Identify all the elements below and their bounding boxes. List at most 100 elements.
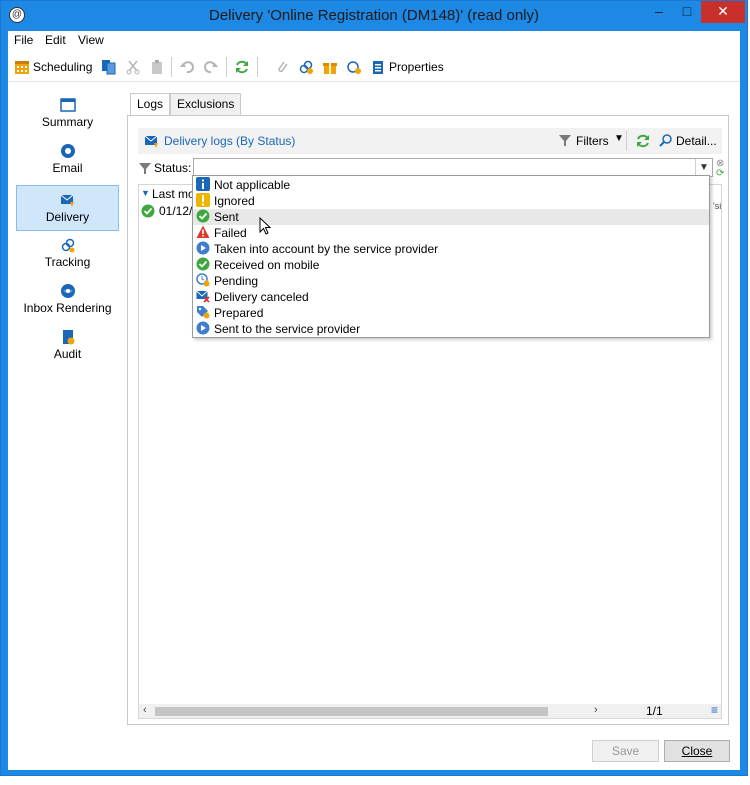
dropdown-option-pending[interactable]: Pending	[193, 273, 709, 289]
info-icon	[196, 177, 210, 191]
clipboard-icon	[149, 59, 165, 75]
attachment-button[interactable]	[274, 58, 290, 76]
filters-button[interactable]: Filters	[576, 134, 609, 148]
sidebar-item-email[interactable]: Email	[16, 137, 119, 183]
tab-logs[interactable]: Logs	[130, 93, 171, 116]
close-button[interactable]: Close	[664, 740, 730, 762]
sidebar-item-label: Tracking	[44, 255, 91, 269]
sidebar-item-tracking[interactable]: Tracking	[16, 231, 119, 277]
calendar-icon	[14, 59, 30, 75]
filter-icon	[558, 133, 574, 149]
sidebar-item-label: Inbox Rendering	[23, 301, 112, 315]
pending-clock-icon	[196, 273, 210, 287]
delivery-logs-icon	[144, 133, 160, 149]
mouse-cursor-icon	[259, 216, 273, 240]
properties-button[interactable]: Properties	[370, 58, 444, 76]
header-separator	[626, 131, 627, 151]
play-blue-icon	[196, 321, 210, 335]
play-blue-icon	[196, 241, 210, 255]
sidebar-item-delivery[interactable]: Delivery	[16, 185, 119, 231]
scroll-right-icon[interactable]: ›	[594, 704, 598, 716]
menu-edit[interactable]: Edit	[45, 33, 66, 47]
sidebar-item-summary[interactable]: Summary	[16, 91, 119, 137]
tracking-icon	[60, 237, 76, 253]
link-button[interactable]	[298, 58, 314, 76]
warning-yellow-icon	[196, 193, 210, 207]
sidebar-item-audit[interactable]: Audit	[16, 323, 119, 369]
window-title: Delivery 'Online Registration (DM148)' (…	[208, 7, 539, 24]
test-button[interactable]	[346, 58, 362, 76]
summary-icon	[59, 97, 76, 113]
dropdown-option-taken-into-account[interactable]: Taken into account by the service provid…	[193, 241, 709, 257]
dropdown-option-not-applicable[interactable]: Not applicable	[193, 177, 709, 193]
paperclip-icon	[274, 59, 290, 75]
undo-button[interactable]	[179, 58, 195, 76]
undo-icon	[179, 59, 195, 75]
scroll-thumb[interactable]	[155, 707, 548, 716]
inbox-rendering-icon	[60, 283, 76, 299]
detail-button[interactable]: Detail...	[676, 134, 717, 148]
chevron-down-icon[interactable]: ▼	[614, 133, 624, 144]
sidebar-item-label: Email	[52, 161, 83, 175]
menu-file[interactable]: File	[14, 33, 33, 47]
sidebar-item-label: Summary	[41, 115, 94, 129]
refresh-icon	[234, 59, 250, 75]
scheduling-button[interactable]: Scheduling	[14, 58, 92, 76]
sidebar-item-label: Delivery	[45, 210, 90, 224]
check-green-icon	[196, 209, 210, 223]
close-window-button[interactable]: ✕	[701, 1, 745, 23]
properties-icon	[370, 59, 386, 75]
minimize-button[interactable]: –	[645, 1, 673, 23]
refresh-small-icon[interactable]: ⟳	[716, 168, 724, 179]
toolbar-separator	[171, 57, 172, 77]
prepared-tag-icon	[196, 305, 210, 319]
horizontal-scrollbar[interactable]: ‹ › 1/1 ≡	[139, 703, 721, 718]
logs-header: Delivery logs (By Status) Filters ▼ Deta…	[138, 128, 722, 154]
target-icon	[346, 59, 362, 75]
refresh-icon[interactable]	[635, 133, 651, 149]
title-bar[interactable]: @ Delivery 'Online Registration (DM148)'…	[1, 1, 747, 31]
scheduling-label: Scheduling	[33, 60, 93, 74]
toolbar-separator	[257, 57, 258, 77]
check-green-icon	[196, 257, 210, 271]
client-area: File Edit View Scheduling Properties Sum…	[8, 31, 740, 770]
dropdown-option-delivery-canceled[interactable]: Delivery canceled	[193, 289, 709, 305]
dropdown-option-sent-to-service-provider[interactable]: Sent to the service provider	[193, 321, 709, 337]
column-clip: 'si	[713, 201, 722, 211]
list-menu-icon[interactable]: ≡	[711, 703, 718, 717]
pager: 1/1	[646, 704, 663, 718]
redo-button[interactable]	[203, 58, 219, 76]
menu-view[interactable]: View	[78, 33, 104, 47]
column-header-last-modified[interactable]: Last mo	[152, 187, 195, 201]
copy-button[interactable]	[101, 58, 117, 76]
status-label: Status:	[154, 161, 192, 175]
dropdown-option-ignored[interactable]: Ignored	[193, 193, 709, 209]
chevron-down-icon[interactable]: ▼	[695, 159, 712, 176]
sidebar-item-inbox-rendering[interactable]: Inbox Rendering	[16, 277, 119, 323]
toolbar-separator	[226, 57, 227, 77]
copy-icon	[101, 59, 117, 75]
properties-label: Properties	[389, 60, 444, 74]
scroll-left-icon[interactable]: ‹	[143, 704, 147, 716]
maximize-button[interactable]: □	[673, 1, 701, 23]
filter-icon	[138, 161, 154, 177]
sidebar-item-label: Audit	[53, 347, 82, 361]
paste-button[interactable]	[149, 58, 165, 76]
audit-icon	[60, 329, 76, 345]
window: @ Delivery 'Online Registration (DM148)'…	[0, 0, 748, 776]
email-icon	[60, 143, 76, 159]
tab-exclusions[interactable]: Exclusions	[170, 93, 242, 115]
scissors-icon	[125, 59, 141, 75]
save-button[interactable]: Save	[592, 740, 659, 762]
gift-icon	[322, 59, 338, 75]
toolbar: Scheduling Properties	[8, 53, 740, 82]
logs-title[interactable]: Delivery logs (By Status)	[164, 134, 295, 148]
search-icon	[659, 133, 675, 149]
status-dropdown: Not applicable Ignored Sent Failed Taken…	[192, 175, 710, 338]
dropdown-option-prepared[interactable]: Prepared	[193, 305, 709, 321]
cut-button[interactable]	[125, 58, 141, 76]
sidebar: Summary Email Delivery Tracking Inbox Re…	[16, 91, 120, 391]
offer-button[interactable]	[322, 58, 338, 76]
refresh-button[interactable]	[234, 58, 250, 76]
dropdown-option-received-on-mobile[interactable]: Received on mobile	[193, 257, 709, 273]
